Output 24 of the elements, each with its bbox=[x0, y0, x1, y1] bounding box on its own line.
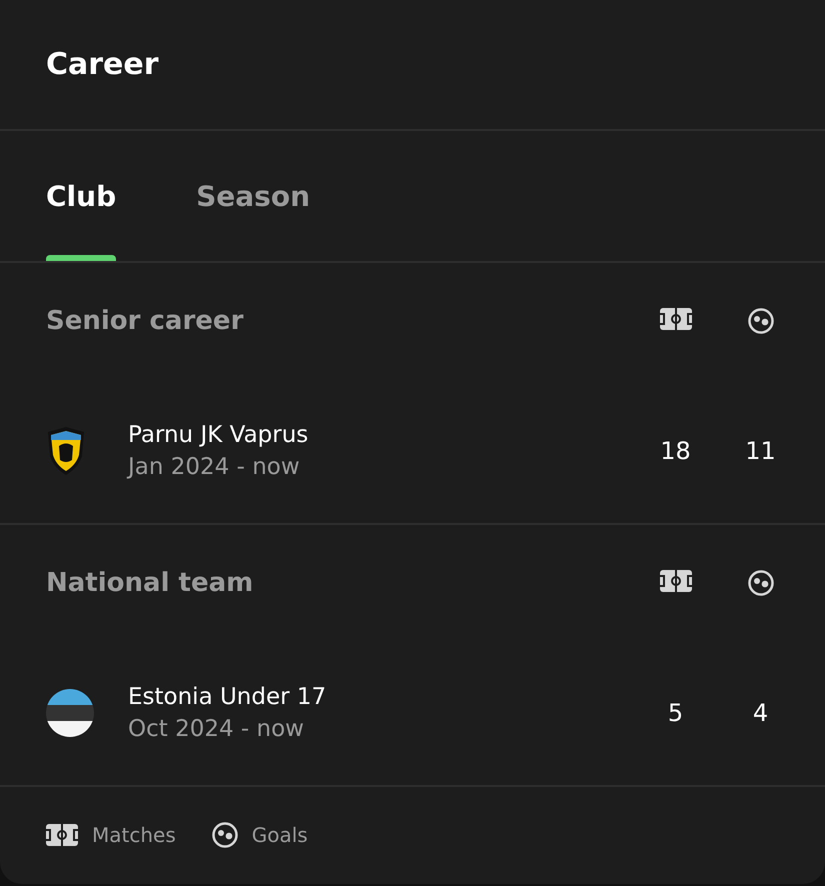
goals-count: 4 bbox=[752, 699, 768, 727]
ball-icon bbox=[748, 308, 774, 334]
legend-label: Goals bbox=[252, 823, 308, 847]
pitch-icon bbox=[46, 824, 78, 846]
card-title: Career bbox=[46, 47, 159, 82]
tab-indicator bbox=[46, 255, 116, 261]
crest-icon bbox=[46, 426, 86, 476]
team-name[interactable]: Estonia Under 17 bbox=[128, 684, 633, 710]
pitch-icon bbox=[660, 308, 692, 330]
ball-icon bbox=[748, 570, 774, 596]
period-text: Jan 2024 - now bbox=[128, 454, 301, 480]
ball-icon bbox=[212, 822, 238, 848]
matches-count: 5 bbox=[668, 699, 684, 727]
pitch-icon bbox=[660, 570, 692, 592]
tab[interactable]: Season bbox=[196, 131, 310, 261]
period-text: Oct 2024 - now bbox=[128, 716, 305, 742]
section-title: Senior career bbox=[46, 306, 244, 336]
legend-label: Matches bbox=[92, 823, 176, 847]
goals-count: 11 bbox=[745, 437, 776, 465]
flag-icon bbox=[46, 689, 94, 737]
tab[interactable]: Club bbox=[46, 131, 116, 261]
matches-count: 18 bbox=[660, 437, 691, 465]
section-title: National team bbox=[46, 568, 254, 598]
team-name[interactable]: Parnu JK Vaprus bbox=[128, 422, 633, 448]
